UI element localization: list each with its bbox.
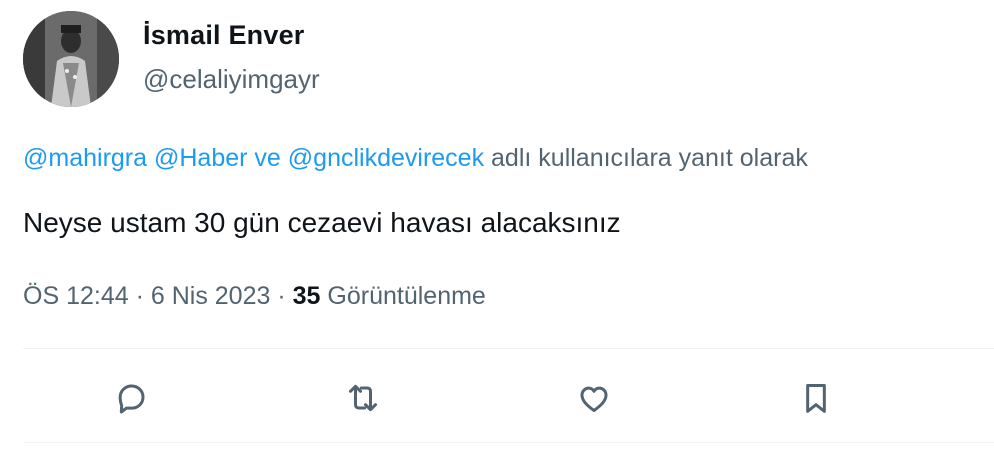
mention-link-2[interactable]: @Haber bbox=[154, 144, 247, 172]
mention-link-1[interactable]: @mahirgra bbox=[23, 144, 147, 172]
tweet-time[interactable]: ÖS 12:44 bbox=[23, 282, 129, 310]
mention-connector: ve bbox=[254, 144, 281, 172]
reply-button[interactable] bbox=[109, 376, 153, 420]
meta-separator: · bbox=[135, 282, 144, 310]
like-icon bbox=[580, 386, 608, 412]
divider-top bbox=[23, 348, 994, 349]
tweet-card: İsmail Enver @celaliyimgayr @mahirgra @H… bbox=[0, 0, 994, 458]
meta-separator: · bbox=[277, 282, 286, 310]
like-button[interactable] bbox=[572, 376, 616, 420]
reply-icon bbox=[118, 384, 145, 414]
user-handle[interactable]: @celaliyimgayr bbox=[143, 64, 320, 95]
reply-context: @mahirgra @Haber ve @gnclikdevirecek adl… bbox=[23, 144, 808, 173]
views-count: 35 bbox=[292, 282, 321, 310]
display-name[interactable]: İsmail Enver bbox=[143, 20, 305, 51]
avatar-photo bbox=[23, 11, 119, 107]
bookmark-button[interactable] bbox=[794, 376, 838, 420]
reply-context-suffix: adlı kullanıcılara yanıt olarak bbox=[491, 144, 808, 172]
tweet-date[interactable]: 6 Nis 2023 bbox=[151, 282, 271, 310]
avatar[interactable] bbox=[23, 11, 119, 107]
retweet-button[interactable] bbox=[341, 376, 385, 420]
tweet-text: Neyse ustam 30 gün cezaevi havası alacak… bbox=[23, 207, 621, 238]
tweet-meta: ÖS 12:44 · 6 Nis 2023 · 35 Görüntülenme bbox=[23, 282, 486, 311]
mention-link-3[interactable]: @gnclikdevirecek bbox=[288, 144, 484, 172]
retweet-icon bbox=[349, 384, 377, 412]
divider-bottom bbox=[23, 442, 994, 443]
views-label: Görüntülenme bbox=[327, 282, 486, 310]
bookmark-icon bbox=[806, 384, 826, 413]
